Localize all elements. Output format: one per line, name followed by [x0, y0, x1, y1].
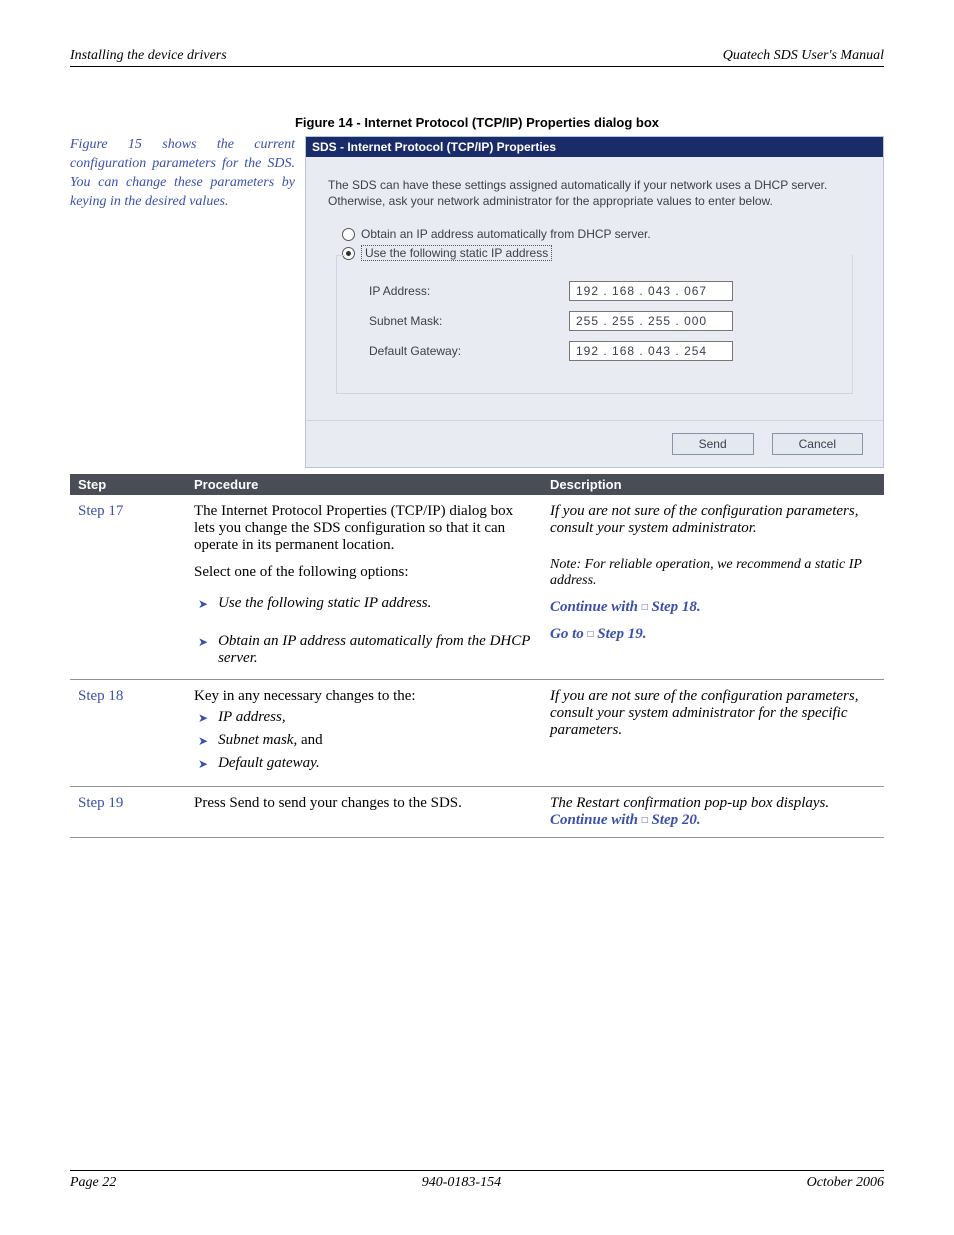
page-footer: Page 22 940-0183-154 October 2006	[70, 1170, 884, 1191]
chevron-right-icon: ➤	[198, 755, 208, 774]
figure-caption: Figure 14 - Internet Protocol (TCP/IP) P…	[70, 115, 884, 130]
default-gateway-input[interactable]: 192 . 168 . 043 . 254	[569, 341, 733, 361]
cancel-button[interactable]: Cancel	[772, 433, 863, 455]
dialog-title: SDS - Internet Protocol (TCP/IP) Propert…	[306, 137, 883, 157]
tcpip-dialog: SDS - Internet Protocol (TCP/IP) Propert…	[305, 136, 884, 468]
ip-address-input[interactable]: 192 . 168 . 043 . 067	[569, 281, 733, 301]
table-row: Step 17 The Internet Protocol Properties…	[70, 495, 884, 679]
footer-date: October 2006	[807, 1175, 884, 1191]
header-right: Quatech SDS User's Manual	[723, 48, 884, 64]
procedure-table: Step Procedure Description Step 17 The I…	[70, 474, 884, 838]
bullet-text: Default gateway.	[218, 755, 534, 772]
subnet-mask-label: Subnet Mask:	[369, 314, 569, 328]
send-button[interactable]: Send	[672, 433, 754, 455]
bullet-text: Subnet mask, and	[218, 732, 534, 749]
dialog-intro-text: The SDS can have these settings assigned…	[328, 177, 861, 209]
footer-page: Page 22	[70, 1175, 116, 1191]
step-link: Step 17	[78, 503, 123, 519]
page-header: Installing the device drivers Quatech SD…	[70, 48, 884, 67]
static-ip-fieldset: IP Address: 192 . 168 . 043 . 067 Subnet…	[336, 255, 853, 394]
chevron-right-icon: ➤	[198, 709, 208, 728]
description-text: The Restart confirmation pop-up box disp…	[550, 795, 876, 812]
bullet-text: Obtain an IP address automatically from …	[218, 633, 534, 667]
list-item: ➤ Use the following static IP address.	[194, 595, 534, 614]
table-row: Step 19 Press Send to send your changes …	[70, 787, 884, 838]
list-item: ➤ IP address,	[194, 709, 534, 728]
col-procedure: Procedure	[186, 474, 542, 495]
margin-note: Figure 15 shows the current configuratio…	[70, 136, 305, 212]
radio-label: Obtain an IP address automatically from …	[361, 227, 651, 241]
procedure-text: Select one of the following options:	[194, 564, 534, 581]
list-item: ➤ Subnet mask, and	[194, 732, 534, 751]
procedure-text: Key in any necessary changes to the:	[194, 688, 534, 705]
ip-address-label: IP Address:	[369, 284, 569, 298]
step-link: Step 19	[78, 795, 123, 811]
col-description: Description	[542, 474, 884, 495]
footer-docnum: 940-0183-154	[422, 1175, 501, 1191]
note-text: Note: For reliable operation, we recomme…	[550, 557, 876, 589]
list-item: ➤ Obtain an IP address automatically fro…	[194, 633, 534, 667]
bullet-text: Use the following static IP address.	[218, 595, 534, 612]
default-gateway-label: Default Gateway:	[369, 344, 569, 358]
col-step: Step	[70, 474, 186, 495]
header-left: Installing the device drivers	[70, 48, 227, 64]
radio-icon	[342, 228, 355, 241]
bullet-text: IP address,	[218, 709, 534, 726]
continue-link: Continue with □ Step 18.	[550, 599, 876, 616]
continue-link: Continue with □ Step 20.	[550, 812, 876, 829]
list-item: ➤ Default gateway.	[194, 755, 534, 774]
radio-obtain-dhcp[interactable]: Obtain an IP address automatically from …	[328, 227, 861, 241]
description-text: If you are not sure of the configuration…	[550, 503, 876, 537]
chevron-right-icon: ➤	[198, 595, 208, 614]
chevron-right-icon: ➤	[198, 633, 208, 652]
step-link: Step 18	[78, 688, 123, 704]
procedure-text: Press Send to send your changes to the S…	[194, 795, 534, 812]
procedure-text: The Internet Protocol Properties (TCP/IP…	[194, 503, 534, 554]
description-text: If you are not sure of the configuration…	[550, 688, 876, 739]
subnet-mask-input[interactable]: 255 . 255 . 255 . 000	[569, 311, 733, 331]
goto-link: Go to □ Step 19.	[550, 626, 876, 643]
table-row: Step 18 Key in any necessary changes to …	[70, 679, 884, 787]
chevron-right-icon: ➤	[198, 732, 208, 751]
